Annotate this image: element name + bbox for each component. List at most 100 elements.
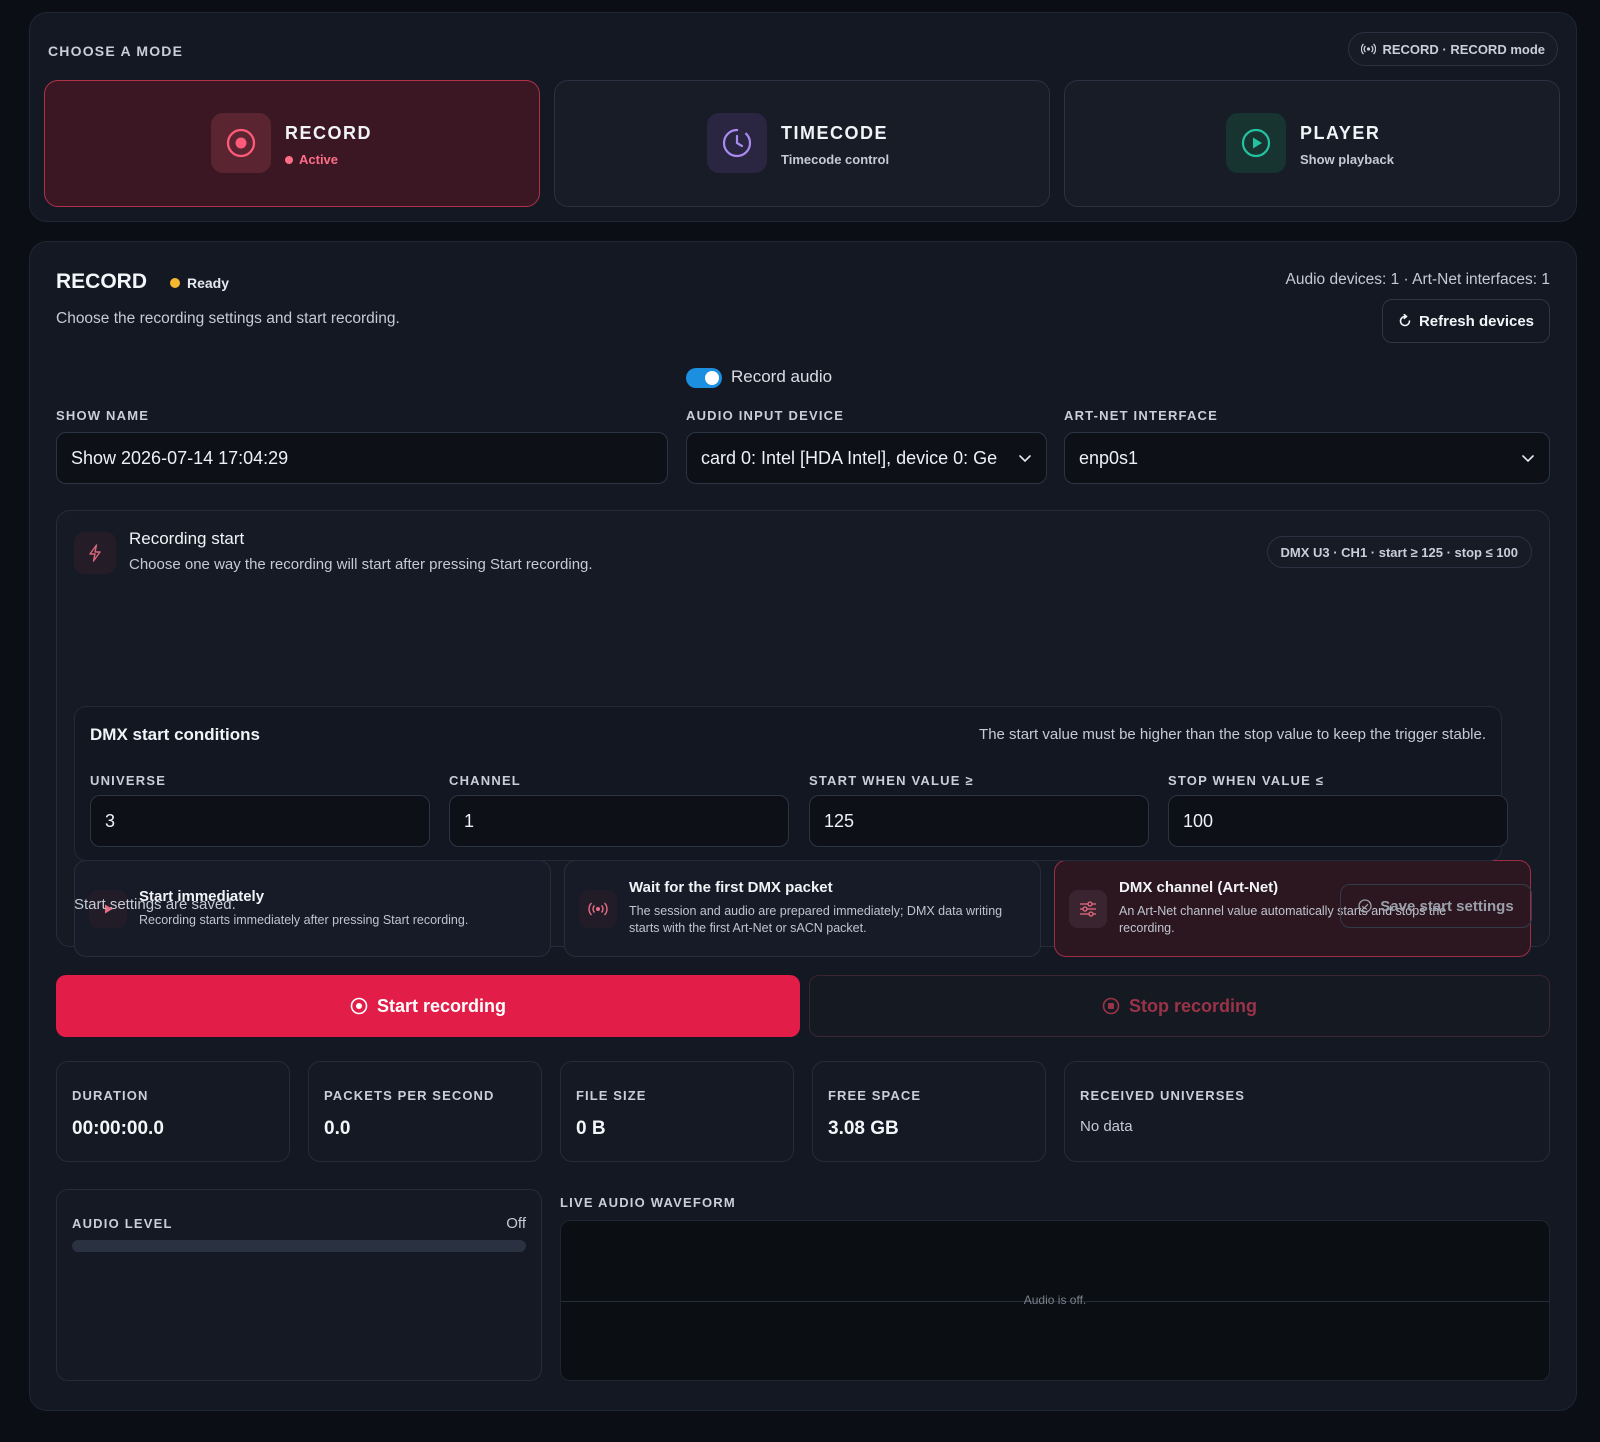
record-icon [350, 997, 368, 1015]
sliders-icon [1069, 890, 1107, 928]
mode-panel: CHOOSE A MODE RECORD · RECORD mode RECOR… [29, 12, 1577, 222]
lightning-icon [74, 532, 116, 574]
trigger-summary-pill: DMX U3 · CH1 · start ≥ 125 · stop ≤ 100 [1266, 536, 1532, 568]
mode-subtitle: Timecode control [781, 152, 890, 167]
broadcast-icon [579, 890, 617, 928]
audio-level-state: Off [506, 1215, 526, 1232]
mode-subtitle: Show playback [1300, 152, 1394, 167]
stat-duration: DURATION 00:00:00.0 [56, 1061, 290, 1162]
mode-card-player[interactable]: PLAYER Show playback [1064, 80, 1560, 207]
stat-label: FILE SIZE [576, 1088, 647, 1103]
audio-level-label: AUDIO LEVEL [72, 1216, 173, 1231]
stat-value: No data [1080, 1118, 1133, 1135]
stat-value: 3.08 GB [828, 1118, 899, 1139]
mode-status-text: RECORD · RECORD mode [1382, 41, 1545, 57]
mode-subtitle: Active [285, 152, 338, 167]
ready-badge: Ready [170, 275, 229, 291]
channel-value: 1 [464, 810, 475, 831]
stat-label: FREE SPACE [828, 1088, 922, 1103]
mode-subtitle-text: Active [299, 152, 339, 167]
record-panel: RECORD Ready Choose the recording settin… [29, 241, 1577, 1411]
refresh-label: Refresh devices [1418, 312, 1535, 330]
audio-input-value: card 0: Intel [HDA Intel], device 0: Ge [701, 447, 998, 468]
universe-label: UNIVERSE [90, 773, 167, 788]
stat-free-space: FREE SPACE 3.08 GB [812, 1061, 1046, 1162]
device-summary: Audio devices: 1 · Art-Net interfaces: 1 [1285, 271, 1550, 288]
channel-label: CHANNEL [449, 773, 521, 788]
show-name-value: Show 2026-07-14 17:04:29 [71, 447, 289, 468]
ready-dot [170, 278, 180, 288]
waveform-message: Audio is off. [1023, 1293, 1087, 1307]
mode-card-record[interactable]: RECORD Active [44, 80, 540, 207]
dmx-conditions-box: DMX start conditions The start value mus… [74, 706, 1508, 861]
stop-recording-button[interactable]: Stop recording [809, 975, 1550, 1037]
stat-file-size: FILE SIZE 0 B [560, 1061, 794, 1162]
recording-start-title: Recording start [129, 529, 245, 548]
refresh-devices-button[interactable]: Refresh devices [1382, 299, 1550, 343]
broadcast-icon [1361, 43, 1377, 55]
artnet-select[interactable]: enp0s1 [1064, 432, 1550, 484]
stop-icon [1102, 997, 1120, 1015]
start-value-label: START WHEN VALUE ≥ [809, 773, 974, 788]
audio-input-label: AUDIO INPUT DEVICE [686, 408, 845, 423]
audio-input-select[interactable]: card 0: Intel [HDA Intel], device 0: Ge [686, 432, 1047, 484]
option-title: DMX channel (Art-Net) [1119, 879, 1279, 896]
saved-status: Start settings are saved. [74, 896, 236, 913]
mode-title: PLAYER [1300, 123, 1381, 143]
chevron-down-icon [1521, 454, 1535, 463]
stop-value-label: STOP WHEN VALUE ≤ [1168, 773, 1325, 788]
clock-icon [707, 113, 767, 173]
recording-start-description: Choose one way the recording will start … [129, 556, 593, 573]
artnet-label: ART-NET INTERFACE [1064, 408, 1219, 423]
option-description: Recording starts immediately after press… [139, 913, 469, 927]
stat-value: 00:00:00.0 [72, 1118, 164, 1139]
active-dot [285, 155, 293, 164]
dmx-conditions-title: DMX start conditions [90, 725, 261, 744]
universe-value: 3 [105, 810, 116, 831]
play-icon [1226, 113, 1286, 173]
stop-value-input[interactable]: 100 [1168, 795, 1508, 847]
stop-value: 100 [1183, 810, 1214, 831]
option-title: Wait for the first DMX packet [629, 879, 833, 896]
record-description: Choose the recording settings and start … [56, 310, 400, 327]
refresh-icon [1398, 314, 1412, 328]
show-name-label: SHOW NAME [56, 408, 150, 423]
waveform-canvas: Audio is off. [560, 1220, 1550, 1381]
stop-recording-label: Stop recording [1128, 995, 1257, 1016]
stat-packets-per-second: PACKETS PER SECOND 0.0 [308, 1061, 542, 1162]
record-icon [211, 113, 271, 173]
option-first-dmx-packet[interactable]: Wait for the first DMX packet The sessio… [564, 860, 1041, 957]
start-value: 125 [824, 810, 855, 831]
record-audio-toggle[interactable] [686, 368, 722, 388]
stat-value: 0 B [576, 1118, 606, 1139]
recording-start-section: Recording start Choose one way the recor… [56, 510, 1550, 957]
mode-card-timecode[interactable]: TIMECODE Timecode control [554, 80, 1050, 207]
dmx-conditions-hint: The start value must be higher than the … [979, 726, 1486, 743]
mode-title: RECORD [285, 123, 373, 143]
audio-level-meter [72, 1240, 526, 1252]
artnet-value: enp0s1 [1079, 447, 1139, 468]
audio-level-card: AUDIO LEVEL Off [56, 1189, 542, 1381]
ready-text: Ready [187, 275, 230, 291]
save-start-settings-button[interactable]: Save start settings [1340, 884, 1532, 928]
chevron-down-icon [1018, 454, 1032, 463]
stat-received-universes: RECEIVED UNIVERSES No data [1064, 1061, 1550, 1162]
stat-value: 0.0 [324, 1118, 351, 1139]
start-value-input[interactable]: 125 [809, 795, 1149, 847]
record-audio-label: Record audio [731, 367, 833, 386]
mode-panel-title: CHOOSE A MODE [48, 43, 184, 59]
show-name-input[interactable]: Show 2026-07-14 17:04:29 [56, 432, 668, 484]
option-description: The session and audio are prepared immed… [629, 904, 1003, 935]
start-recording-label: Start recording [376, 995, 507, 1016]
check-circle-icon [1358, 899, 1372, 913]
waveform-label: LIVE AUDIO WAVEFORM [560, 1195, 736, 1210]
mode-status-pill: RECORD · RECORD mode [1348, 32, 1558, 66]
save-start-settings-label: Save start settings [1380, 897, 1514, 915]
channel-input[interactable]: 1 [449, 795, 789, 847]
stat-label: DURATION [72, 1088, 149, 1103]
universe-input[interactable]: 3 [90, 795, 430, 847]
toggle-knob [705, 371, 719, 385]
stat-label: RECEIVED UNIVERSES [1080, 1088, 1246, 1103]
stat-label: PACKETS PER SECOND [324, 1088, 495, 1103]
start-recording-button[interactable]: Start recording [56, 975, 800, 1037]
